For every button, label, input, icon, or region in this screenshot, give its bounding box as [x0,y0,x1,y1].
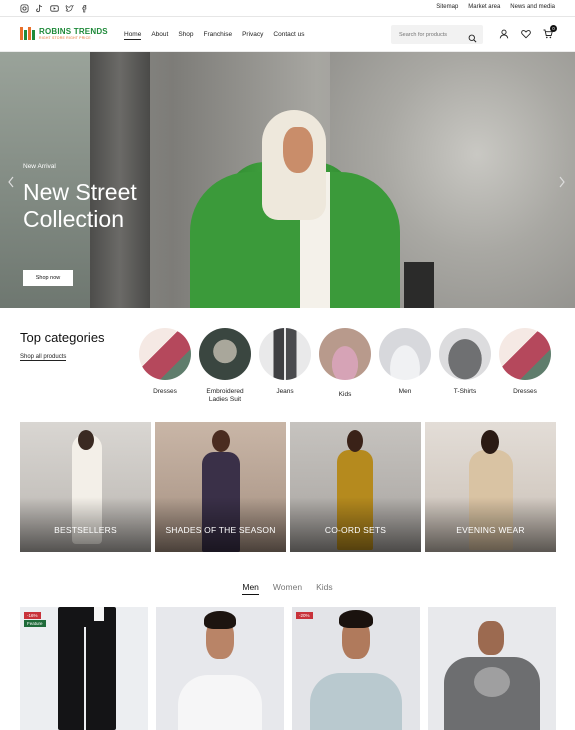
collection-label: CO-ORD SETS [324,525,387,535]
shop-now-button[interactable]: Shop now [23,270,73,286]
collection-tile-evening-wear[interactable]: EVENING WEAR [425,422,556,552]
category-item-men[interactable]: Men [379,328,431,404]
cart-count-badge: 0 [550,25,557,32]
discount-badge: -16% [24,612,41,619]
nav-home[interactable]: Home [124,31,142,40]
tiktok-icon[interactable] [35,4,44,13]
market-area-link[interactable]: Market area [468,4,500,10]
slider-prev-chevron-left-icon[interactable] [6,175,16,189]
search-box [391,25,483,44]
wishlist-heart-icon[interactable] [521,29,531,39]
site-logo[interactable]: ROBINS TRENDS RIGHT STORE RIGHT PRICE [20,27,108,41]
collection-label: EVENING WEAR [456,525,525,535]
search-icon[interactable] [468,30,477,43]
category-label: Dresses [513,388,537,395]
collection-label: BESTSELLERS [54,525,117,535]
logo-tagline: RIGHT STORE RIGHT PRICE [39,36,91,40]
categories-heading: Top categories Shop all products [20,330,105,363]
collection-tile-co-ord-sets[interactable]: CO-ORD SETS [290,422,421,552]
product-tabs: Men Women Kids [0,582,575,595]
collection-tiles: BESTSELLERS SHADES OF THE SEASON CO-ORD … [20,422,556,552]
slider-next-chevron-right-icon[interactable] [557,175,567,189]
facebook-icon[interactable] [80,4,89,13]
product-card[interactable] [428,607,556,730]
social-links [20,4,89,13]
hero-title: New Street Collection [23,179,137,232]
category-label: Kids [338,391,352,398]
category-label: T-Shirts [453,388,477,395]
sitemap-link[interactable]: Sitemap [436,4,458,10]
logo-mark-icon [20,27,37,40]
tab-women[interactable]: Women [273,582,302,595]
youtube-icon[interactable] [50,4,59,13]
account-icon[interactable] [499,29,509,39]
main-nav: Home About Shop Franchise Privacy Contac… [124,31,304,40]
cart-icon[interactable]: 0 [543,25,557,39]
collection-tile-bestsellers[interactable]: BESTSELLERS [20,422,151,552]
search-input[interactable] [399,29,467,40]
top-bar: Sitemap Market area News and media [0,0,575,17]
hero-eyebrow: New Arrival [23,163,56,170]
category-item-t-shirts[interactable]: T-Shirts [439,328,491,404]
utility-links: Sitemap Market area News and media [436,4,555,10]
header-actions: 0 [499,25,557,39]
instagram-icon[interactable] [20,4,29,13]
nav-privacy[interactable]: Privacy [242,31,263,40]
feature-badge: Feature [24,620,46,627]
category-label: Jeans [276,388,294,395]
news-media-link[interactable]: News and media [510,4,555,10]
product-card[interactable] [156,607,284,730]
product-card[interactable]: -20% [292,607,420,730]
nav-about[interactable]: About [151,31,168,40]
hero-copy: New Arrival New Street Collection [23,163,153,233]
product-card[interactable]: -16% Feature [20,607,148,730]
category-item-jeans[interactable]: Jeans [259,328,311,404]
main-header: ROBINS TRENDS RIGHT STORE RIGHT PRICE Ho… [0,17,575,52]
nav-shop[interactable]: Shop [178,31,193,40]
categories-title: Top categories [20,330,105,345]
tab-men[interactable]: Men [242,582,259,595]
product-grid: -16% Feature -20% [20,607,556,730]
category-label: Dresses [153,388,177,395]
shop-all-products-link[interactable]: Shop all products [20,354,67,361]
category-item-dresses[interactable]: Dresses [139,328,191,404]
collection-label: SHADES OF THE SEASON [165,525,276,535]
logo-name: ROBINS TRENDS [39,27,108,36]
category-item-dresses-2[interactable]: Dresses [499,328,551,404]
category-label: Men [398,388,412,395]
twitter-icon[interactable] [65,4,74,13]
category-item-embroidered-ladies-suit[interactable]: Embroidered Ladies Suit [199,328,251,404]
category-list: Dresses Embroidered Ladies Suit Jeans Ki… [139,328,551,404]
discount-badge: -20% [296,612,313,619]
nav-franchise[interactable]: Franchise [204,31,233,40]
collection-tile-shades-of-the-season[interactable]: SHADES OF THE SEASON [155,422,286,552]
category-item-kids[interactable]: Kids [319,328,371,404]
category-label: Embroidered Ladies Suit [206,388,244,403]
tab-kids[interactable]: Kids [316,582,333,595]
nav-contact[interactable]: Contact us [273,31,304,40]
